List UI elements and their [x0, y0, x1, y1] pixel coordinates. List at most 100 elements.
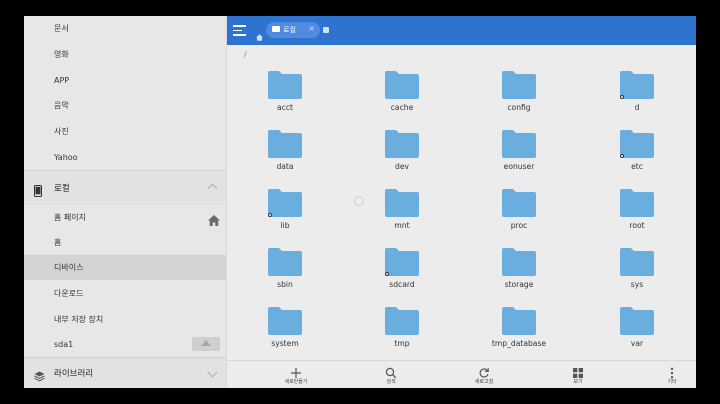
sidebar-item-documents[interactable]: 문서: [24, 16, 226, 41]
more-button[interactable]: 기타: [637, 361, 696, 388]
toolbar-label: 보기: [573, 379, 583, 385]
folder-name: cache: [390, 103, 414, 112]
eject-icon[interactable]: [192, 337, 220, 351]
section-label: 로컬: [54, 184, 70, 194]
sidebar-item-internal-storage[interactable]: 내부 저장 장치: [24, 307, 226, 332]
more-vertical-icon: [666, 364, 678, 379]
folder-item[interactable]: lib: [250, 189, 320, 244]
folder-item[interactable]: acct: [250, 71, 320, 126]
folder-name: lib: [280, 221, 290, 230]
folder-name: etc: [631, 162, 643, 171]
folder-name: system: [271, 339, 299, 348]
sidebar-section-library[interactable]: 라이브러리: [24, 358, 226, 388]
folder-name: sbin: [277, 280, 293, 289]
folder-item[interactable]: data: [250, 130, 320, 185]
home-icon[interactable]: [208, 211, 220, 230]
screen: 문서 영화 APP 음악 사진 Yahoo 로컬 홈 페이지 홈 디바이스 다운…: [24, 16, 696, 388]
sidebar-item-label: 문서: [54, 24, 69, 33]
folder-item[interactable]: tmp: [367, 307, 437, 362]
sidebar-item-label: sda1: [54, 340, 74, 349]
refresh-icon: [478, 364, 490, 378]
sidebar-item-sda1[interactable]: sda1: [24, 332, 226, 357]
folder-item[interactable]: tmp_database: [484, 307, 554, 362]
symlink-icon: [620, 95, 624, 99]
toolbar-label: 새로고침: [474, 379, 494, 385]
sidebar-section-local[interactable]: 로컬: [24, 171, 226, 205]
chevron-up-icon: [207, 183, 218, 194]
toolbar-label: 새로만들기: [284, 379, 308, 385]
folder-item[interactable]: mnt: [367, 189, 437, 244]
sidebar-item-photos[interactable]: 사진: [24, 119, 226, 144]
folder-item[interactable]: dev: [367, 130, 437, 185]
sidebar-item-downloads[interactable]: 다운로드: [24, 281, 226, 306]
folder-name: d: [634, 103, 640, 112]
sidebar-item-label: Yahoo: [54, 153, 78, 162]
sidebar-item-label: 음악: [54, 101, 69, 110]
sidebar-item-label: 내부 저장 장치: [54, 315, 104, 324]
folder-item[interactable]: eonuser: [484, 130, 554, 185]
folder-item[interactable]: system: [250, 307, 320, 362]
folder-item[interactable]: sdcard: [367, 248, 437, 303]
folder-item[interactable]: sys: [602, 248, 672, 303]
folder-item[interactable]: d: [602, 71, 672, 126]
folder-name: dev: [395, 162, 409, 171]
sidebar-item-music[interactable]: 음악: [24, 93, 226, 118]
sidebar: 문서 영화 APP 음악 사진 Yahoo 로컬 홈 페이지 홈 디바이스 다운…: [24, 16, 227, 388]
folder-name: sys: [630, 280, 644, 289]
new-button[interactable]: 새로만들기: [261, 361, 331, 388]
folder-name: data: [276, 162, 294, 171]
folder-icon: [268, 130, 302, 158]
chevron-down-icon: [207, 367, 218, 378]
search-button[interactable]: 검색: [356, 361, 426, 388]
folder-item[interactable]: storage: [484, 248, 554, 303]
folder-name: acct: [277, 103, 293, 112]
folder-name: storage: [504, 280, 534, 289]
sidebar-item-label: 다운로드: [54, 289, 84, 298]
folder-name: eonuser: [503, 162, 535, 171]
plus-icon: [290, 364, 302, 378]
folder-item[interactable]: cache: [367, 71, 437, 126]
folder-item[interactable]: config: [484, 71, 554, 126]
folder-name: tmp_database: [491, 339, 547, 348]
close-icon[interactable]: ×: [308, 24, 315, 33]
sidebar-item-homepage[interactable]: 홈 페이지: [24, 205, 226, 230]
folder-icon: [502, 71, 536, 99]
toolbar-label: 기타: [667, 379, 677, 385]
loading-spinner: [354, 196, 364, 206]
folder-icon: [385, 189, 419, 217]
tab-label: 로컬: [283, 26, 296, 34]
toolbar-label: 검색: [386, 379, 396, 385]
folder-icon: [620, 189, 654, 217]
folder-item[interactable]: proc: [484, 189, 554, 244]
tab-local[interactable]: 로컬 ×: [266, 22, 320, 38]
grid-view-icon: [572, 364, 584, 378]
phone-icon: [34, 182, 42, 201]
folder-icon: [502, 189, 536, 217]
view-button[interactable]: 보기: [543, 361, 613, 388]
home-icon[interactable]: [256, 26, 263, 45]
folder-icon: [502, 248, 536, 276]
sidebar-item-label: 영화: [54, 50, 69, 59]
folder-icon: [502, 307, 536, 335]
sidebar-item-yahoo[interactable]: Yahoo: [24, 145, 226, 170]
sidebar-item-label: APP: [54, 76, 70, 85]
menu-icon[interactable]: [233, 24, 247, 36]
sidebar-item-app[interactable]: APP: [24, 68, 226, 93]
symlink-icon: [385, 272, 389, 276]
sidebar-item-device[interactable]: 디바이스: [24, 255, 226, 280]
folder-icon: [502, 130, 536, 158]
folder-item[interactable]: root: [602, 189, 672, 244]
folder-icon: [385, 248, 419, 276]
folder-icon: [620, 307, 654, 335]
window-icon[interactable]: [323, 27, 329, 33]
folder-icon: [620, 248, 654, 276]
sidebar-item-movies[interactable]: 영화: [24, 42, 226, 67]
folder-item[interactable]: etc: [602, 130, 672, 185]
section-label: 라이브러리: [54, 369, 94, 379]
layers-icon: [34, 367, 45, 386]
sidebar-item-home[interactable]: 홈: [24, 230, 226, 255]
folder-item[interactable]: sbin: [250, 248, 320, 303]
search-icon: [385, 364, 397, 379]
refresh-button[interactable]: 새로고침: [449, 361, 519, 388]
folder-item[interactable]: var: [602, 307, 672, 362]
